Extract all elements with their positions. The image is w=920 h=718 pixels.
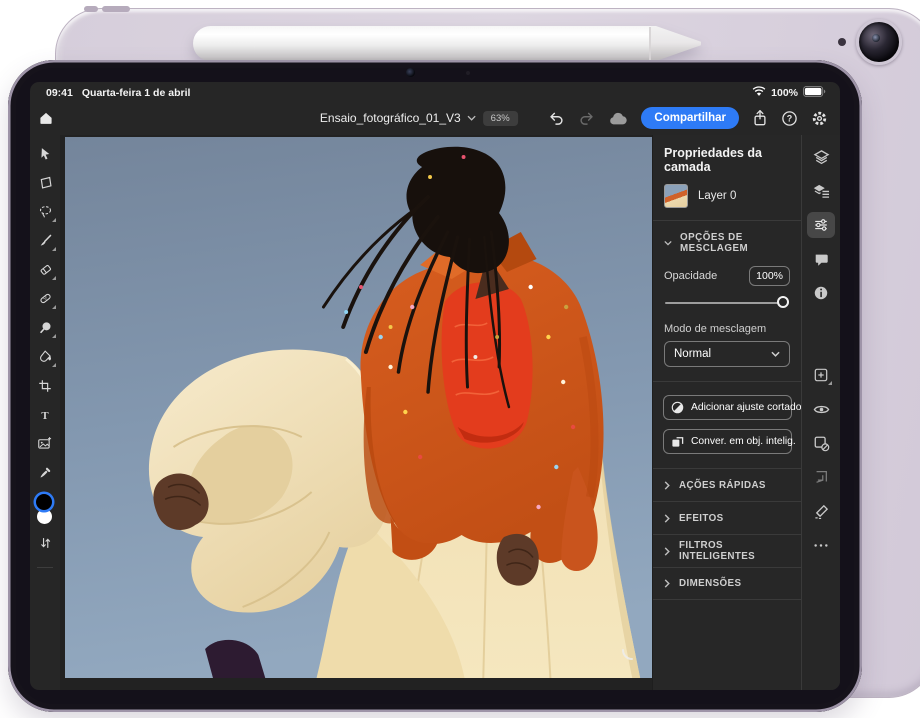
canvas-corner-handle[interactable] (620, 648, 634, 662)
section-dimensions[interactable]: DIMENSÕES (653, 567, 801, 600)
apple-pencil-body (193, 26, 655, 61)
chevron-down-icon (467, 115, 476, 121)
settings-gear-icon[interactable] (811, 110, 828, 127)
info-icon[interactable] (807, 280, 835, 306)
main-area: T (30, 135, 840, 690)
blend-options-header[interactable]: OPÇÕES DE MESCLAGEM (653, 220, 801, 265)
chevron-right-icon (664, 579, 670, 588)
chevron-right-icon (664, 547, 670, 556)
battery-icon (803, 86, 826, 100)
rear-camera-lens (856, 19, 902, 65)
canvas-area[interactable] (60, 135, 652, 690)
opacity-label: Opacidade (664, 270, 717, 282)
smart-object-icon (671, 435, 684, 448)
layer-mask-visibility-icon[interactable] (807, 430, 835, 456)
tool-strip: T (30, 135, 60, 690)
add-clipped-adjustment-button[interactable]: Adicionar ajuste cortado (663, 395, 792, 420)
right-icon-rail (801, 135, 840, 690)
section-effects[interactable]: EFEITOS (653, 501, 801, 534)
zoom-level-badge[interactable]: 63% (483, 111, 518, 126)
adjustments-sliders-icon[interactable] (807, 212, 835, 238)
layer-properties-icon[interactable] (807, 178, 835, 204)
svg-text:T: T (41, 409, 49, 421)
color-well[interactable] (33, 493, 57, 527)
battery-percent: 100% (771, 87, 798, 99)
layer-name: Layer 0 (698, 190, 736, 202)
panel-title: Propriedades da camada (653, 135, 801, 183)
move-tool[interactable] (32, 140, 58, 167)
layer-properties-panel: Propriedades da camada Layer 0 OPÇÕES DE… (652, 135, 801, 690)
scene: 09:41 Quarta-feira 1 de abril 100% (0, 0, 920, 718)
clock-time: 09:41 (46, 87, 73, 99)
volume-button (102, 6, 130, 12)
crop-tool[interactable] (32, 372, 58, 399)
opacity-slider-track[interactable] (665, 302, 789, 304)
layer-visibility-eye-icon[interactable] (807, 396, 835, 422)
layer-row[interactable]: Layer 0 (653, 183, 801, 220)
cleanup-brush-icon[interactable] (807, 498, 835, 524)
adjustment-icon (671, 401, 684, 414)
chevron-down-icon (771, 351, 780, 357)
wifi-icon (752, 86, 766, 100)
layer-action-buttons: Adicionar ajuste cortado Conver. em obj.… (653, 381, 801, 468)
opacity-slider[interactable] (665, 296, 789, 310)
svg-text:?: ? (787, 113, 792, 123)
document-title-group: Ensaio_fotográfico_01_V3 63% (320, 111, 518, 126)
eyedropper-tool[interactable] (32, 459, 58, 486)
document-title[interactable]: Ensaio_fotográfico_01_V3 (320, 111, 476, 125)
swap-colors-icon[interactable] (32, 529, 58, 556)
section-quick-actions[interactable]: AÇÕES RÁPIDAS (653, 468, 801, 501)
top-toolbar: Ensaio_fotográfico_01_V3 63% (30, 101, 840, 135)
more-options-icon[interactable] (807, 532, 835, 558)
opacity-slider-knob[interactable] (777, 296, 789, 308)
send-to-icon[interactable] (807, 464, 835, 490)
rear-microphone-dot (838, 38, 846, 46)
front-camera (406, 68, 415, 77)
blend-mode-select[interactable]: Normal (664, 341, 790, 367)
apple-pencil-tip (651, 26, 701, 61)
fill-bucket-tool[interactable] (32, 343, 58, 370)
blend-mode-label: Modo de mesclagem (653, 323, 801, 341)
canvas-photo[interactable] (65, 137, 652, 678)
type-tool[interactable]: T (32, 401, 58, 428)
layer-thumbnail[interactable] (664, 184, 688, 208)
eraser-tool[interactable] (32, 256, 58, 283)
brush-tool[interactable] (32, 227, 58, 254)
help-icon[interactable]: ? (781, 110, 798, 127)
status-bar: 09:41 Quarta-feira 1 de abril 100% (30, 82, 840, 101)
comments-icon[interactable] (807, 246, 835, 272)
cloud-sync-icon[interactable] (608, 111, 628, 126)
clone-stamp-tool[interactable] (32, 314, 58, 341)
convert-smart-object-button[interactable]: Conver. em obj. intelig. (663, 429, 792, 454)
opacity-row: Opacidade 100% (653, 265, 801, 293)
healing-tool[interactable] (32, 285, 58, 312)
lasso-tool[interactable] (32, 198, 58, 225)
volume-button (84, 6, 98, 12)
chevron-right-icon (664, 481, 670, 490)
tools-divider (37, 567, 53, 568)
front-sensor-dot (466, 71, 470, 75)
opacity-value[interactable]: 100% (749, 266, 790, 286)
front-ipad-device: 09:41 Quarta-feira 1 de abril 100% (8, 60, 862, 712)
transform-tool[interactable] (32, 169, 58, 196)
export-share-icon[interactable] (752, 109, 768, 127)
chevron-down-icon (664, 240, 672, 246)
section-smart-filters[interactable]: FILTROS INTELIGENTES (653, 534, 801, 567)
home-button[interactable] (30, 101, 62, 135)
undo-button[interactable] (548, 110, 565, 126)
share-button[interactable]: Compartilhar (641, 107, 739, 129)
apple-pencil (193, 26, 701, 61)
app-screen: 09:41 Quarta-feira 1 de abril 100% (30, 82, 840, 690)
background-color-swatch[interactable] (37, 509, 52, 524)
redo-button[interactable] (578, 110, 595, 126)
apple-pencil-seam (649, 27, 651, 60)
chevron-right-icon (664, 514, 670, 523)
foreground-color-swatch[interactable] (36, 494, 52, 510)
toolbar-right-controls: Compartilhar ? (548, 107, 828, 129)
clock-date: Quarta-feira 1 de abril (82, 87, 191, 99)
place-photo-tool[interactable] (32, 430, 58, 457)
add-layer-icon[interactable] (807, 362, 835, 388)
layers-icon[interactable] (807, 144, 835, 170)
